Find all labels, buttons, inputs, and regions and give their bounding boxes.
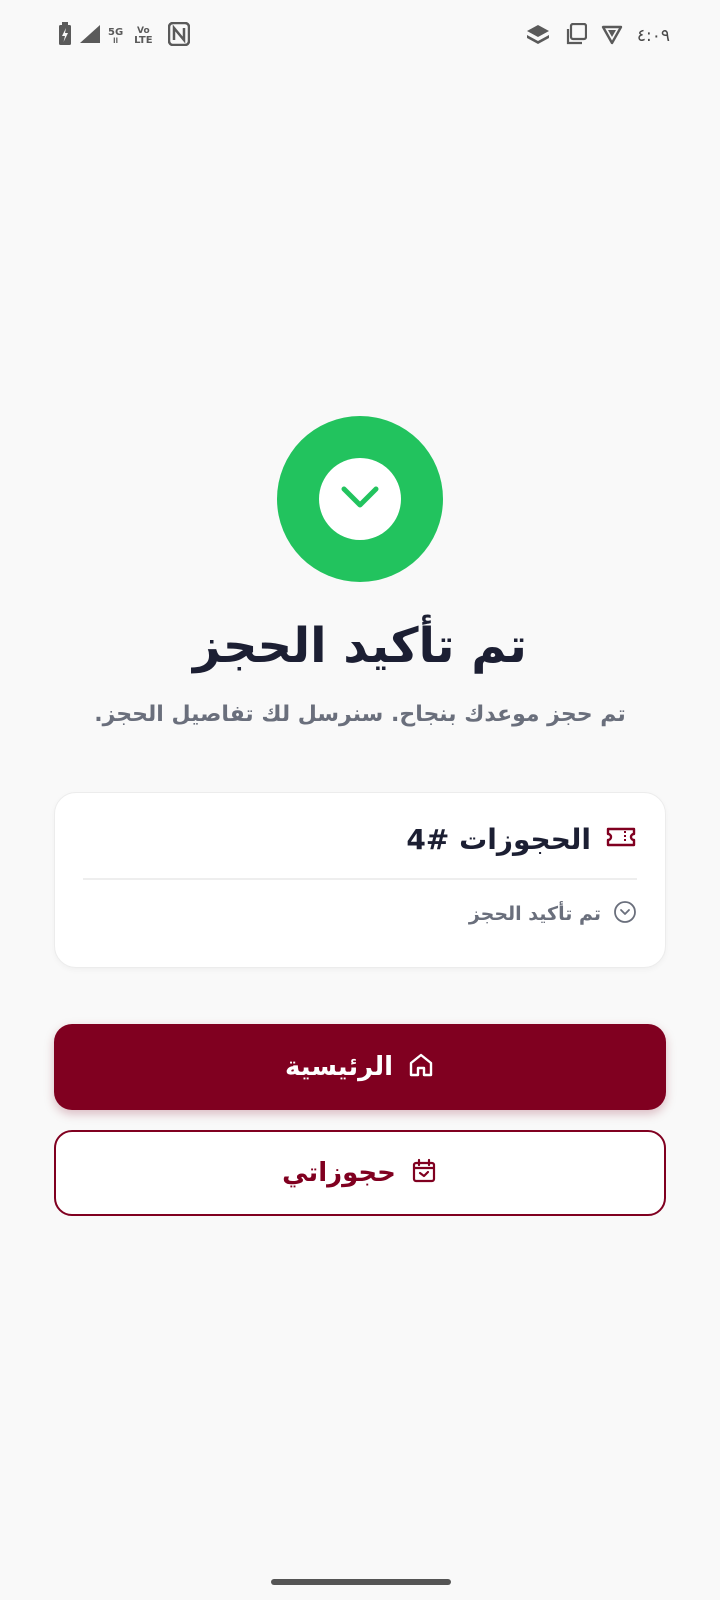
booking-status-text: تم تأكيد الحجز bbox=[468, 903, 601, 925]
home-button[interactable]: الرئيسية bbox=[54, 1024, 666, 1110]
battery-charging-icon bbox=[58, 22, 72, 50]
my-bookings-button[interactable]: حجوزاتي bbox=[54, 1130, 666, 1216]
success-badge-inner bbox=[319, 458, 401, 540]
booking-card: الحجوزات #4 تم تأكيد الحجز bbox=[54, 792, 666, 968]
gesture-home-indicator[interactable] bbox=[271, 1579, 451, 1585]
copy-icon bbox=[565, 22, 587, 49]
ticket-icon bbox=[605, 825, 637, 853]
calendar-check-icon bbox=[410, 1157, 438, 1189]
home-icon bbox=[407, 1051, 435, 1083]
network-5g-indicator: 5G ll bbox=[108, 26, 124, 45]
nfc-icon bbox=[167, 21, 190, 50]
page-subtitle: تم حجز موعدك بنجاح. سنرسل لك تفاصيل الحج… bbox=[94, 702, 626, 727]
network-5g-label: 5G bbox=[108, 26, 124, 38]
booking-status-row: تم تأكيد الحجز bbox=[469, 899, 637, 929]
my-bookings-button-label: حجوزاتي bbox=[282, 1158, 396, 1188]
page-title: تم تأكيد الحجز bbox=[193, 618, 527, 674]
home-button-label: الرئيسية bbox=[284, 1052, 394, 1082]
app-notification-icon bbox=[525, 23, 551, 49]
clock-time: ٤:٠٩ bbox=[636, 26, 670, 46]
status-bar: 5G ll Vo LTE ٤:٠٩ bbox=[0, 0, 720, 74]
status-bar-right: ٤:٠٩ bbox=[525, 22, 670, 50]
booking-card-title: الحجوزات #4 bbox=[406, 822, 591, 856]
volte-bottom-label: LTE bbox=[134, 34, 153, 46]
volte-indicator: Vo LTE bbox=[134, 26, 153, 46]
booking-card-header: الحجوزات #4 bbox=[406, 819, 637, 859]
status-bar-left: 5G ll Vo LTE bbox=[58, 21, 190, 50]
network-5g-sublabel: ll bbox=[113, 36, 118, 45]
vpn-shield-icon bbox=[601, 23, 623, 49]
success-badge bbox=[277, 416, 443, 582]
booking-confirmation-screen: 5G ll Vo LTE ٤:٠٩ تم تأكيد الحجز تم حجز … bbox=[0, 0, 720, 1600]
chevron-circle-icon bbox=[613, 900, 637, 928]
check-chevron-icon bbox=[340, 483, 380, 515]
booking-card-divider bbox=[83, 878, 637, 880]
signal-strength-icon bbox=[79, 24, 101, 48]
